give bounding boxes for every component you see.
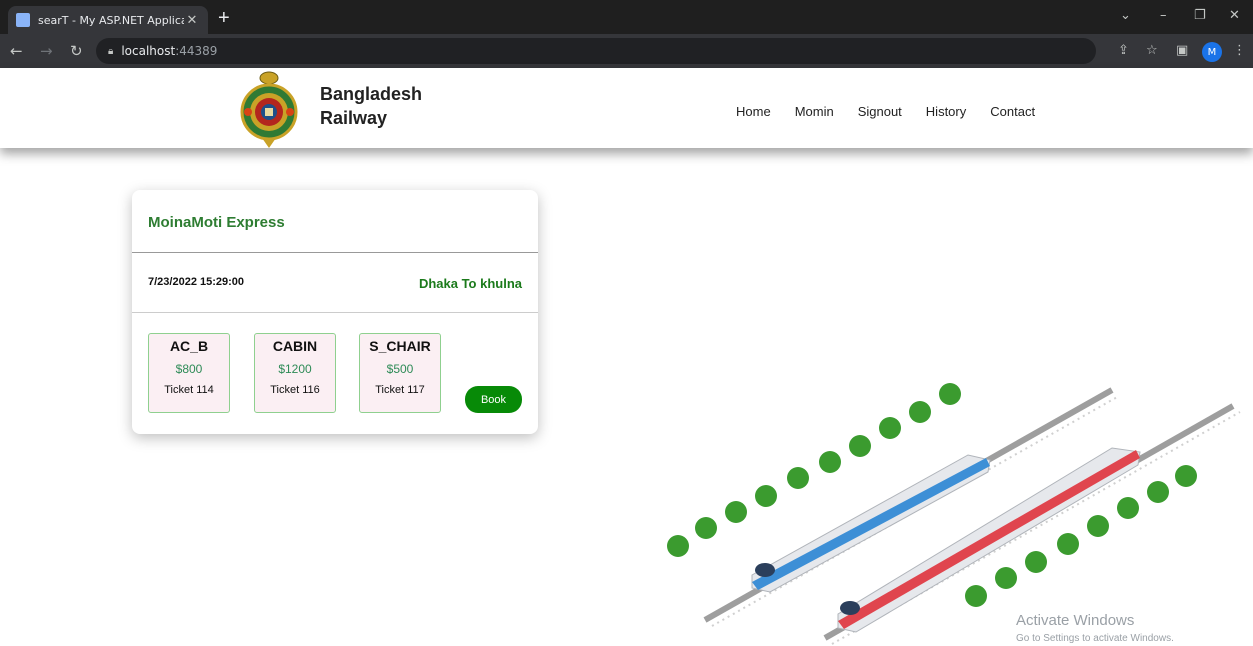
- trees-left: [667, 383, 961, 557]
- seat-class: S_CHAIR: [369, 338, 431, 354]
- red-train: [837, 447, 1141, 633]
- seat-option-cabin[interactable]: CABIN $1200 Ticket 116: [254, 333, 336, 413]
- back-arrow-icon[interactable]: ←: [10, 42, 23, 60]
- book-button[interactable]: Book: [465, 386, 522, 413]
- railway-emblem-logo[interactable]: [240, 70, 298, 148]
- seat-class: AC_B: [169, 338, 209, 354]
- brand-line-2: Railway: [320, 108, 388, 128]
- browser-tab-bar: searT - My ASP.NET Application ✕ + ⌄ – ❐…: [0, 0, 1253, 34]
- close-window-icon[interactable]: ✕: [1229, 8, 1240, 23]
- nav-contact[interactable]: Contact: [990, 104, 1035, 119]
- train-card: MoinaMoti Express 7/23/2022 15:29:00 Dha…: [132, 190, 538, 434]
- brand-line-1: Bangladesh: [320, 84, 423, 104]
- tab-search-chevron-icon[interactable]: ⌄: [1120, 8, 1131, 23]
- page-favicon-icon: [16, 13, 30, 27]
- nav-signout[interactable]: Signout: [858, 104, 902, 119]
- side-panel-icon[interactable]: ▣: [1176, 43, 1188, 58]
- restore-icon[interactable]: ❐: [1194, 8, 1206, 23]
- nav-user[interactable]: Momin: [795, 104, 834, 119]
- seat-option-ac-b[interactable]: AC_B $800 Ticket 114: [148, 333, 230, 413]
- train-name: MoinaMoti Express: [148, 214, 285, 231]
- tab-title: searT - My ASP.NET Application: [38, 13, 184, 27]
- brand-title[interactable]: Bangladesh Railway: [320, 82, 422, 130]
- watermark-title: Activate Windows: [1016, 612, 1135, 629]
- seat-ticket: Ticket 117: [375, 384, 425, 396]
- seat-price: $800: [175, 362, 203, 376]
- seat-ticket: Ticket 114: [164, 384, 214, 396]
- close-tab-icon[interactable]: ✕: [184, 13, 200, 28]
- train-illustration: [667, 383, 1241, 645]
- reload-icon[interactable]: ↻: [70, 42, 83, 60]
- watermark-subtitle: Go to Settings to activate Windows.: [1016, 633, 1174, 644]
- seat-price: $1200: [278, 362, 312, 376]
- browser-toolbar: ← → ↻ 🔒︎ localhost :44389 ⇪ ☆ ▣ ⋮: [0, 34, 1253, 68]
- seat-option-s-chair[interactable]: S_CHAIR $500 Ticket 117: [359, 333, 441, 413]
- departure-datetime: 7/23/2022 15:29:00: [148, 276, 245, 288]
- activate-windows-watermark: Activate Windows Go to Settings to activ…: [1016, 612, 1174, 644]
- url-port: :44389: [175, 44, 218, 58]
- seat-class: CABIN: [272, 338, 318, 354]
- nav-home[interactable]: Home: [736, 104, 771, 119]
- card-divider: [132, 252, 538, 253]
- forward-arrow-icon[interactable]: →: [40, 42, 53, 60]
- train-route: Dhaka To khulna: [418, 276, 522, 291]
- lock-icon: 🔒︎: [108, 45, 114, 57]
- new-tab-icon[interactable]: +: [218, 8, 230, 28]
- nav-history[interactable]: History: [926, 104, 966, 119]
- browser-tab[interactable]: searT - My ASP.NET Application ✕: [8, 6, 208, 34]
- site-header: Bangladesh Railway Home Momin Signout Hi…: [0, 68, 1253, 148]
- address-bar[interactable]: 🔒︎ localhost :44389: [96, 38, 1096, 64]
- seat-ticket: Ticket 116: [270, 384, 320, 396]
- card-divider: [132, 312, 538, 313]
- more-menu-icon[interactable]: ⋮: [1233, 43, 1246, 58]
- main-nav: Home Momin Signout History Contact: [736, 104, 1059, 119]
- seat-price: $500: [386, 362, 414, 376]
- bookmark-star-icon[interactable]: ☆: [1146, 43, 1158, 58]
- minimize-icon[interactable]: –: [1160, 8, 1167, 23]
- profile-avatar[interactable]: M: [1202, 42, 1222, 62]
- share-icon[interactable]: ⇪: [1118, 43, 1129, 58]
- url-host: localhost: [121, 44, 176, 58]
